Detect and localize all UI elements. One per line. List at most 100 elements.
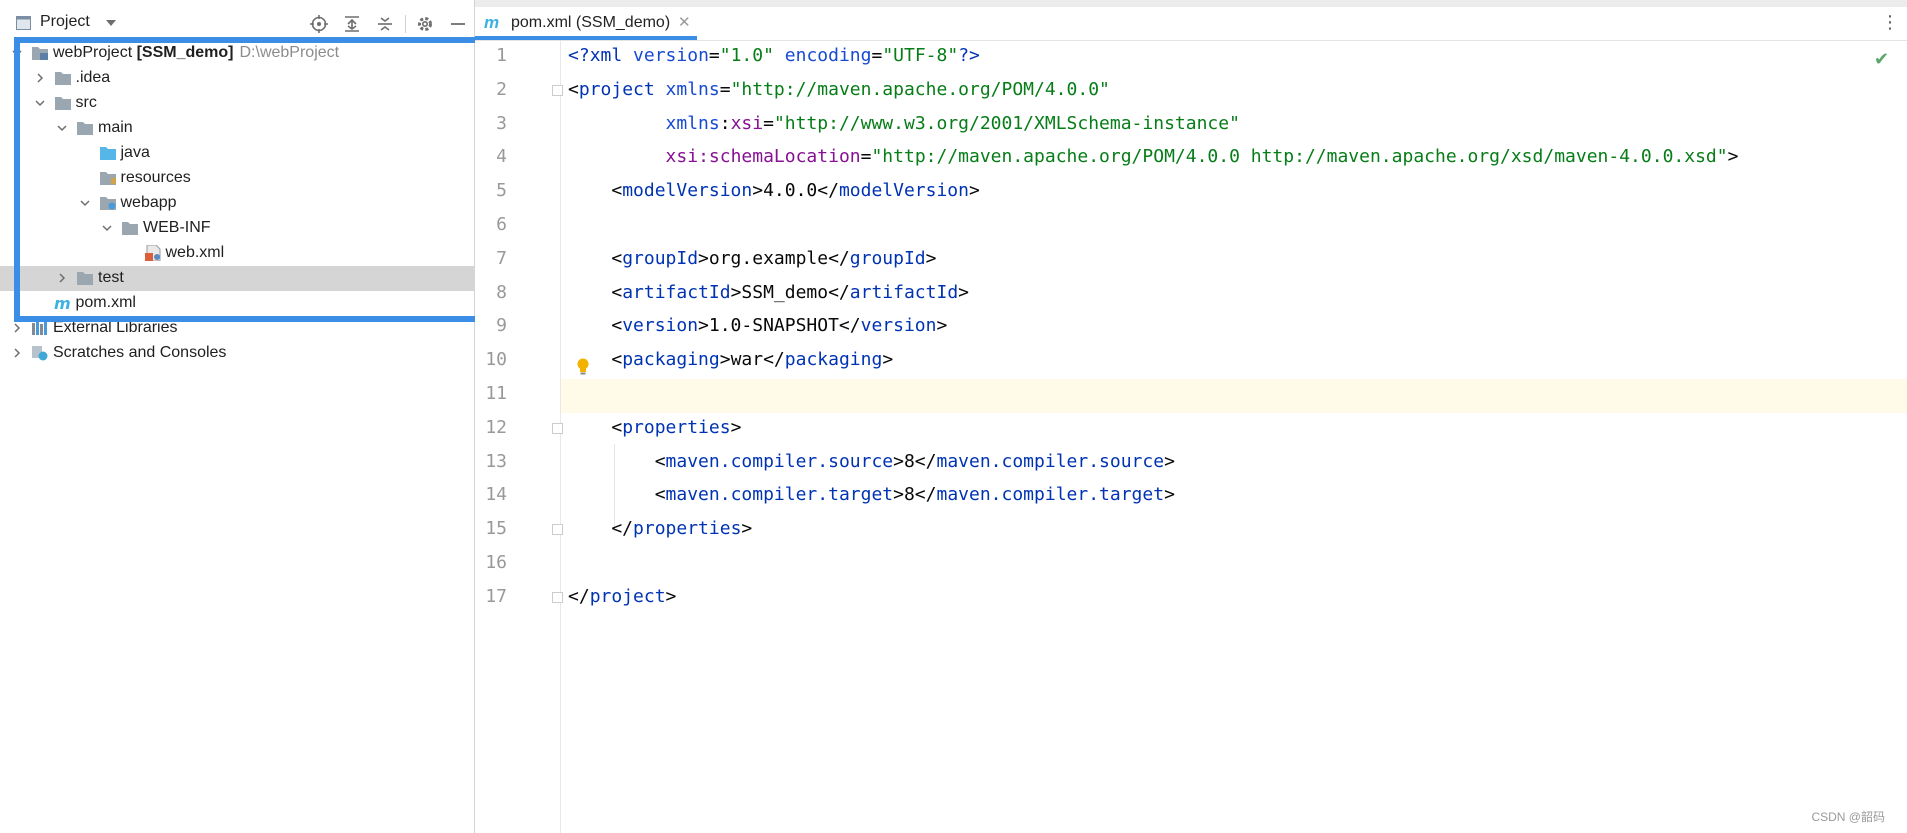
fold-marker-icon[interactable] <box>552 84 563 96</box>
code-token: >1.0-SNAPSHOT</ <box>698 315 861 337</box>
tree-item-src[interactable]: src <box>0 91 474 116</box>
tree-item-web-xml[interactable]: web.xml <box>0 241 474 266</box>
line-number: 15 <box>485 518 507 540</box>
code-token: >4.0.0</ <box>752 180 839 202</box>
project-tool-window: Project webProject [SSM_demo] D:\webProje… <box>0 0 475 833</box>
tree-item-external-libraries[interactable]: External Libraries <box>0 316 474 341</box>
tree-item-webproject[interactable]: webProject [SSM_demo] D:\webProject <box>0 41 474 66</box>
libraries-icon <box>31 320 49 336</box>
chevron-down-icon[interactable] <box>55 121 69 135</box>
tree-item-label: src <box>75 94 97 111</box>
close-icon[interactable]: ✕ <box>678 13 691 31</box>
tree-item-java[interactable]: java <box>0 141 474 166</box>
tree-item-test[interactable]: test <box>0 266 474 291</box>
chevron-right-icon[interactable] <box>33 71 47 85</box>
code-token: > <box>958 281 969 303</box>
folder-icon <box>54 70 72 86</box>
tree-item-webapp[interactable]: webapp <box>0 191 474 216</box>
tree-item-scratches-and-consoles[interactable]: Scratches and Consoles <box>0 341 474 366</box>
chevron-down-icon[interactable] <box>78 196 92 210</box>
chevron-right-icon[interactable] <box>55 271 69 285</box>
tree-item-pom-xml[interactable]: m pom.xml <box>0 291 474 316</box>
code-token: = <box>719 78 731 100</box>
tree-item-idea[interactable]: .idea <box>0 66 474 91</box>
code-line: <version>1.0-SNAPSHOT</version> <box>568 315 947 336</box>
collapse-all-icon[interactable] <box>373 12 397 36</box>
code-token: >8</ <box>893 450 937 472</box>
watermark: CSDN @韶码 <box>1811 810 1885 824</box>
module-folder-icon <box>31 45 49 61</box>
line-number: 6 <box>496 214 507 235</box>
tree-item-resources[interactable]: resources <box>0 166 474 191</box>
chevron-down-icon[interactable] <box>10 46 24 60</box>
maven-file-icon: m <box>54 294 72 313</box>
chevron-right-icon[interactable] <box>10 346 24 360</box>
scratches-icon <box>31 345 49 361</box>
code-token: >war</ <box>719 349 785 371</box>
code-line: <modelVersion>4.0.0</modelVersion> <box>568 180 979 202</box>
code-line: <maven.compiler.target>8</maven.compiler… <box>568 484 1175 505</box>
code-token: : <box>719 112 731 134</box>
code-token: maven.compiler.target <box>665 484 894 506</box>
project-panel-title[interactable]: Project <box>40 13 90 31</box>
code-token: < <box>568 450 666 472</box>
code-token: = <box>871 45 883 66</box>
fold-marker-icon[interactable] <box>552 591 563 603</box>
module-path-label: D:\webProject <box>239 44 340 61</box>
fold-marker-icon[interactable] <box>552 524 563 536</box>
code-token: = <box>860 146 872 168</box>
code-token: project <box>589 585 666 607</box>
tab-pom-xml[interactable]: m pom.xml (SSM_demo) ✕ <box>475 7 697 40</box>
line-number: 12 <box>485 416 507 438</box>
code-token: ?> <box>958 45 980 66</box>
code-token: "1.0" <box>719 45 774 66</box>
code-line: xsi:schemaLocation="http://maven.apache.… <box>568 146 1739 168</box>
code-token: "http://maven.apache.org/POM/4.0.0 http:… <box>871 146 1728 168</box>
code-token: <? <box>568 45 590 66</box>
code-token: packaging <box>784 349 883 371</box>
tree-item-label: pom.xml <box>75 294 136 311</box>
line-number: 9 <box>496 315 507 337</box>
line-number: 3 <box>496 112 507 134</box>
chevron-down-icon[interactable] <box>33 96 47 110</box>
code-token: > <box>1164 484 1175 506</box>
chevron-down-icon[interactable] <box>100 221 114 235</box>
line-number: 10 <box>485 349 507 371</box>
code-line: xmlns:xsi="http://www.w3.org/2001/XMLSch… <box>568 113 1240 134</box>
code-token: < <box>568 484 666 506</box>
tree-item-main[interactable]: main <box>0 116 474 141</box>
code-token: "http://www.w3.org/2001/XMLSchema-instan… <box>773 112 1240 134</box>
code-token: artifactId <box>849 281 959 303</box>
tree-item-label: main <box>98 119 133 136</box>
folder-icon <box>54 95 72 111</box>
code-token: groupId <box>849 247 926 269</box>
tree-item-label: External Libraries <box>53 319 178 336</box>
code-token: "http://maven.apache.org/POM/4.0.0" <box>730 78 1110 100</box>
line-number: 5 <box>496 180 507 202</box>
module-name-label: [SSM_demo] <box>132 44 234 61</box>
line-number: 17 <box>485 585 507 607</box>
tree-item-web-inf[interactable]: WEB-INF <box>0 216 474 241</box>
more-vertical-icon[interactable]: ⋮ <box>1881 13 1899 31</box>
fold-marker-icon[interactable] <box>552 422 563 434</box>
code-token: properties <box>622 416 731 438</box>
code-token: > <box>936 315 948 337</box>
check-icon[interactable]: ✔ <box>1874 49 1889 70</box>
chevron-right-icon[interactable] <box>10 321 24 335</box>
minimize-icon[interactable] <box>446 12 470 36</box>
code-token: groupId <box>622 247 699 269</box>
tree-item-label: web.xml <box>165 244 225 261</box>
lightbulb-icon[interactable] <box>577 358 589 376</box>
code-token: xmlns <box>665 78 720 100</box>
code-token: properties <box>633 518 742 540</box>
gear-icon[interactable] <box>413 12 437 36</box>
locate-icon[interactable] <box>307 12 331 36</box>
code-token: "UTF-8" <box>882 45 959 66</box>
expand-all-icon[interactable] <box>340 12 364 36</box>
header-divider <box>405 15 406 33</box>
code-line: </project> <box>568 586 676 607</box>
tree-item-label: test <box>98 269 124 286</box>
code-token: version <box>622 315 699 337</box>
chevron-down-icon[interactable] <box>106 20 116 26</box>
